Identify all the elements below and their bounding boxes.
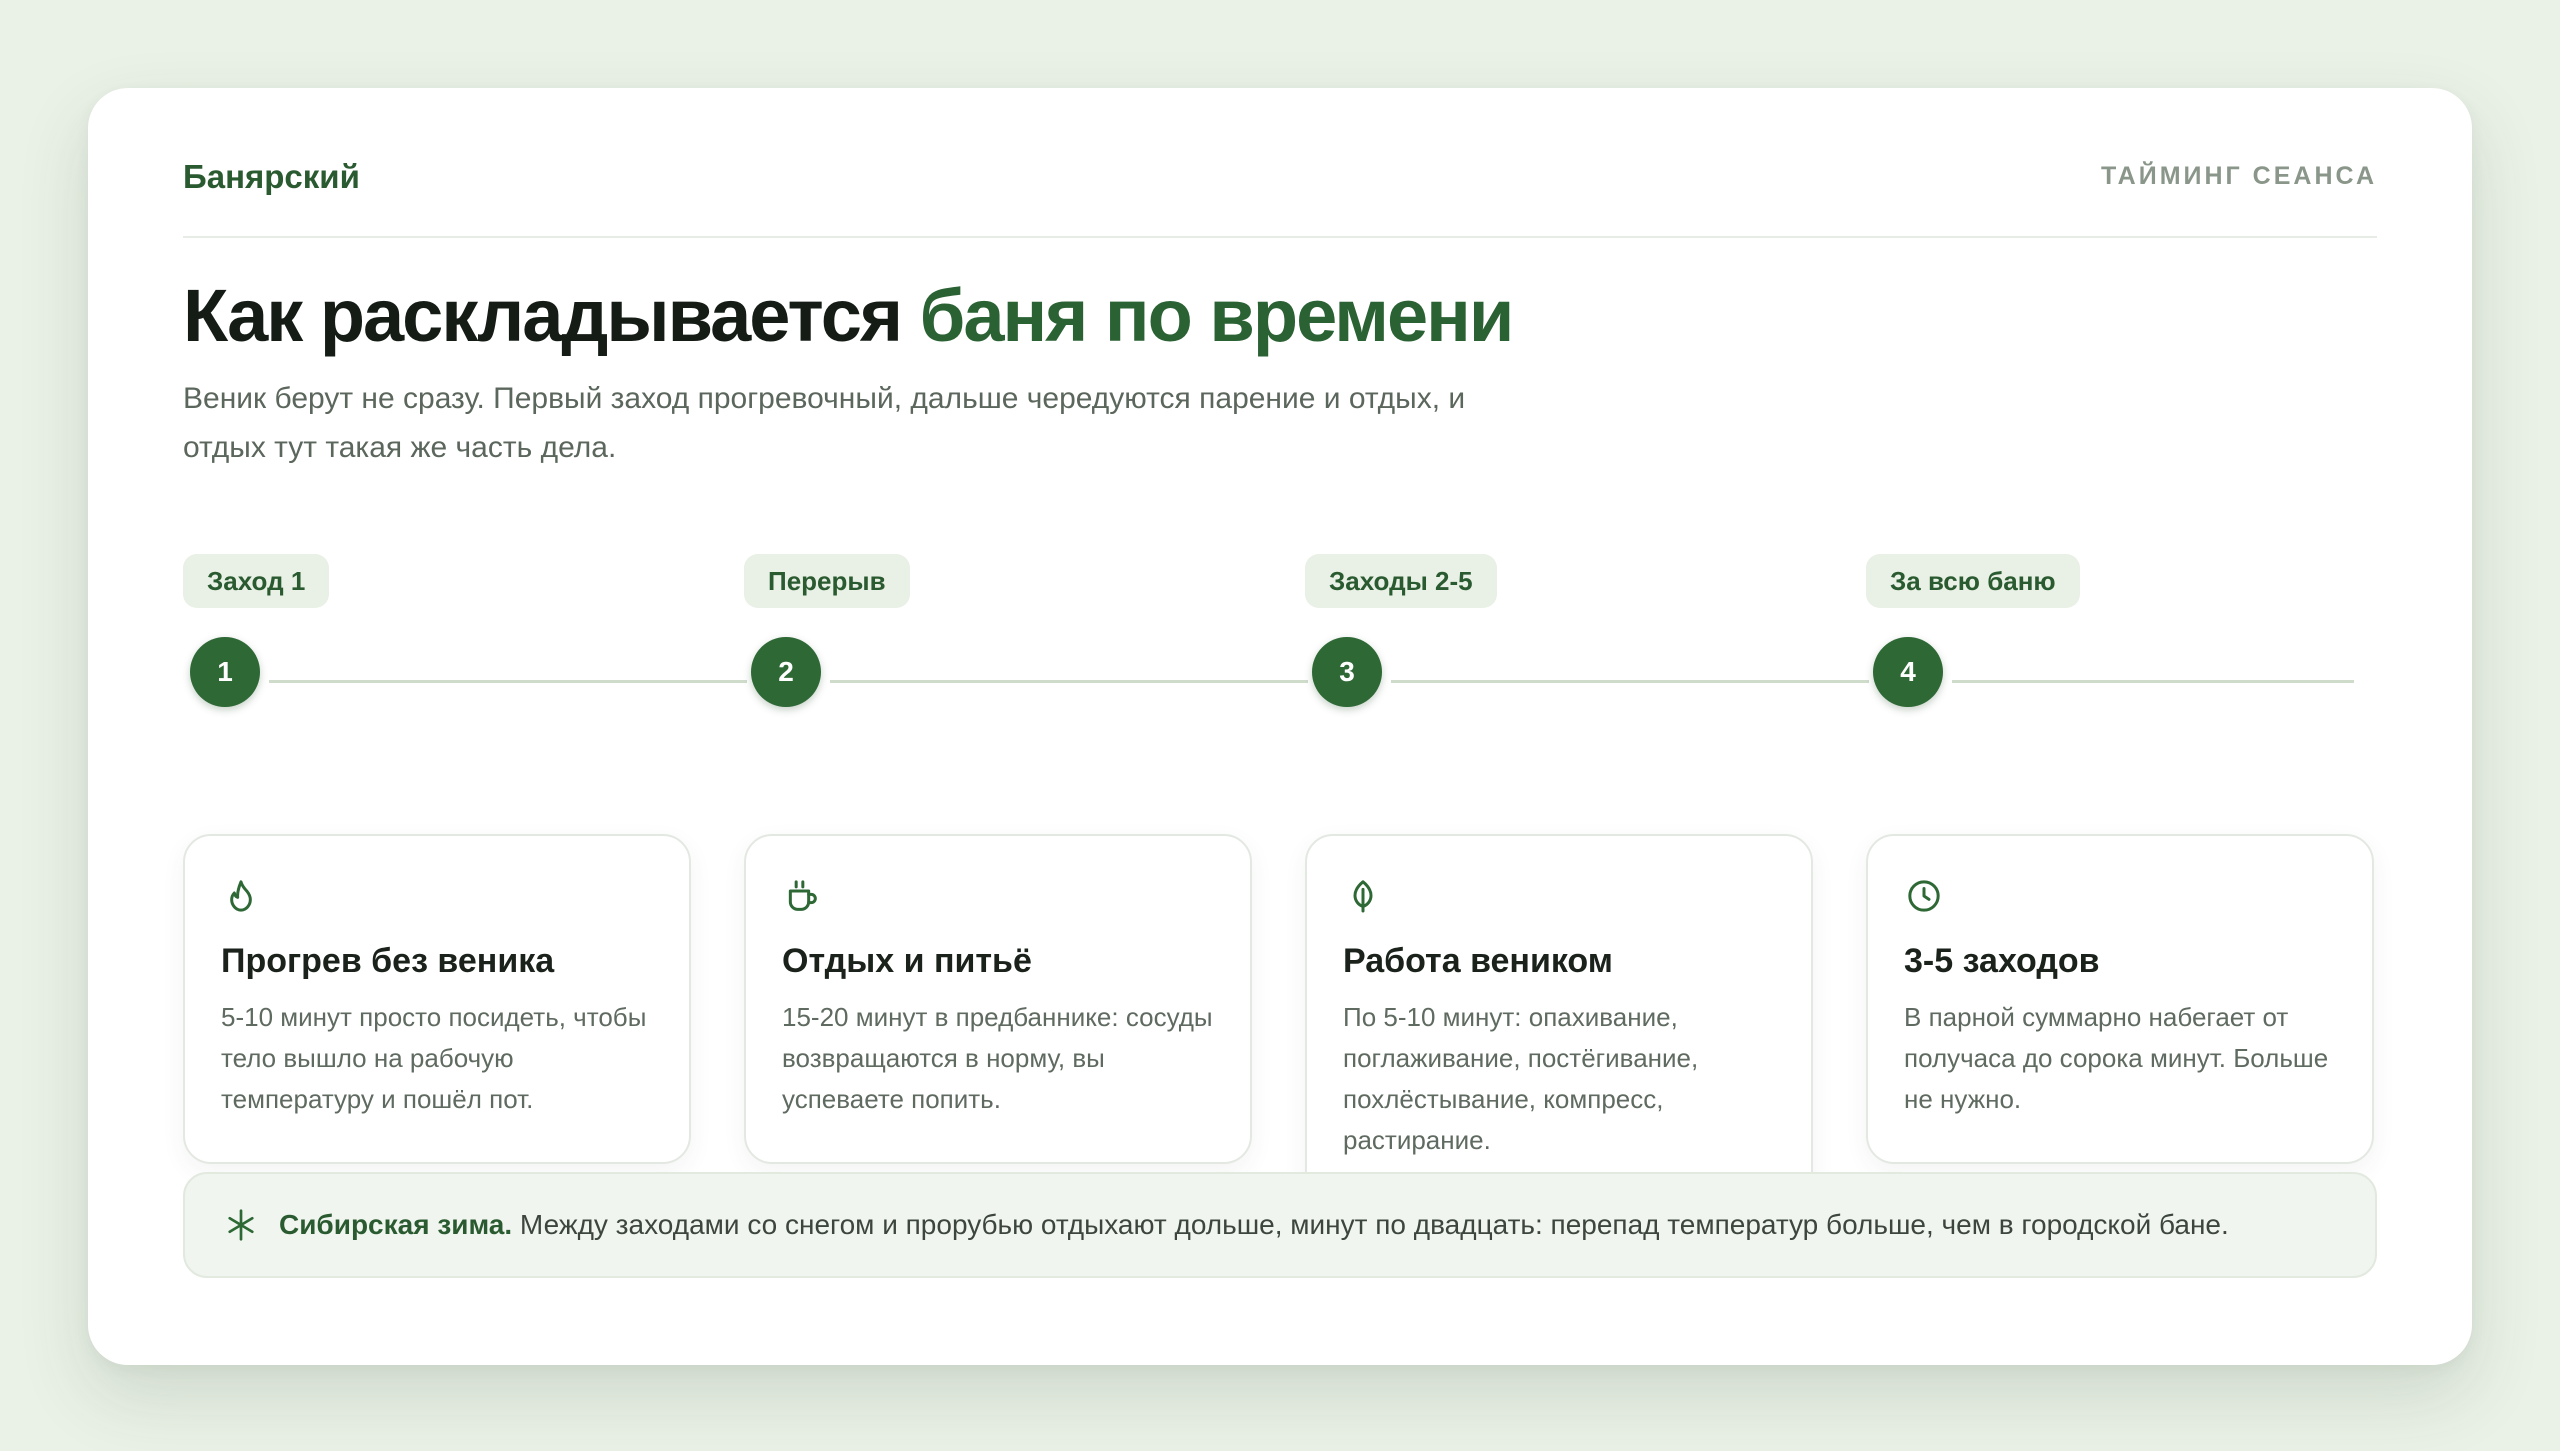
step-tag: Перерыв (744, 554, 910, 608)
tip-highlight: Сибирская зима. (279, 1209, 513, 1240)
main-card: Банярский ТАЙМИНГ СЕАНСА Как раскладывае… (88, 88, 2472, 1365)
timeline-connector (269, 680, 747, 683)
step-description: 5-10 минут просто посидеть, чтобы тело в… (221, 1002, 647, 1114)
clock-icon (1908, 880, 1940, 912)
snowflake-icon (228, 1209, 254, 1241)
step-title: Отдых и питьё (782, 942, 1032, 980)
tip-body: Между заходами со снегом и прорубью отды… (512, 1209, 2229, 1240)
step-description: По 5-10 минут: опахивание, поглаживание,… (1343, 1002, 1699, 1155)
step-card: Отдых и питьё 15-20 минут в предбаннике:… (744, 834, 1252, 1164)
step-number-badge: 1 (190, 637, 260, 707)
step-title: Работа веником (1343, 942, 1613, 980)
section-eyebrow: ТАЙМИНГ СЕАНСА (2100, 162, 2377, 190)
leaf-icon (1353, 880, 1373, 913)
step-card: Работа веником По 5-10 минут: опахивание… (1305, 834, 1813, 1205)
flame-icon (230, 880, 252, 912)
step-tag: Заходы 2-5 (1305, 554, 1497, 608)
step-description: В парной суммарно набегает от получаса д… (1904, 1002, 2329, 1114)
step-number-badge: 3 (1312, 637, 1382, 707)
step-tag: Заход 1 (183, 554, 330, 608)
brand-logo[interactable]: Банярский (183, 158, 360, 196)
tip-banner: Сибирская зима. Между заходами со снегом… (183, 1172, 2377, 1278)
step-number-badge: 4 (1873, 637, 1943, 707)
step-card: 3-5 заходов В парной суммарно набегает о… (1866, 834, 2374, 1164)
header-divider (183, 236, 2377, 238)
lead-paragraph: Веник берут не сразу. Первый заход прогр… (183, 382, 1466, 464)
step-number-badge: 2 (751, 637, 821, 707)
timeline-connector (1952, 680, 2354, 683)
timeline: Заход 1 1 Прогрев без веника 5-10 минут … (183, 554, 2377, 1254)
page-title: Как раскладывается баня по времени (183, 273, 1515, 358)
step-tag: За всю баню (1866, 554, 2080, 608)
title-main: Как раскладывается (183, 274, 920, 357)
timeline-connector (830, 680, 1308, 683)
title-accent: баня по времени (919, 274, 1515, 357)
step-description: 15-20 минут в предбаннике: сосуды возвра… (782, 1002, 1213, 1114)
step-title: Прогрев без веника (221, 942, 555, 980)
step-title: 3-5 заходов (1904, 942, 2100, 980)
step-card: Прогрев без веника 5-10 минут просто пос… (183, 834, 691, 1164)
tip-text: Сибирская зима. Между заходами со снегом… (279, 1209, 2229, 1241)
cup-icon (788, 880, 817, 911)
timeline-connector (1391, 680, 1869, 683)
